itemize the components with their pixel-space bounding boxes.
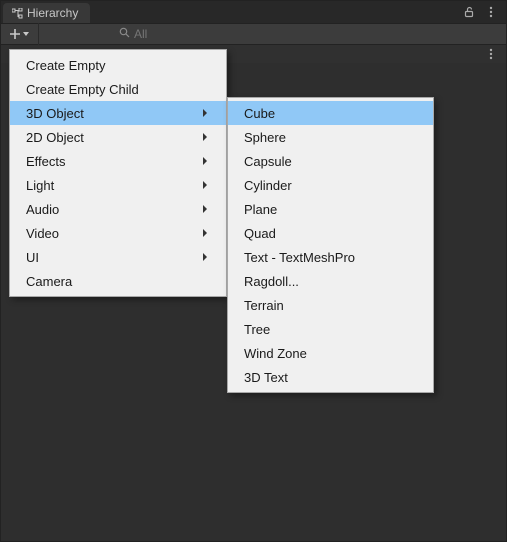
menu-item-label: Ragdoll...	[244, 274, 299, 289]
menu-item[interactable]: UI	[10, 245, 226, 269]
chevron-right-icon	[202, 156, 208, 166]
menu-item-label: Text - TextMeshPro	[244, 250, 355, 265]
menu-item[interactable]: Create Empty Child	[10, 77, 226, 101]
tab-label: Hierarchy	[27, 6, 78, 20]
lock-icon[interactable]	[462, 5, 476, 19]
chevron-right-icon	[202, 252, 208, 262]
tab-hierarchy[interactable]: Hierarchy	[3, 3, 90, 23]
chevron-right-icon	[202, 204, 208, 214]
panel-menu-icon[interactable]	[484, 5, 498, 19]
menu-item-label: Effects	[26, 154, 66, 169]
3d-object-submenu: Cube Sphere Capsule Cylinder Plane Quad Text -…	[227, 97, 434, 393]
tab-actions	[462, 1, 506, 23]
menu-item-label: Cylinder	[244, 178, 292, 193]
menu-item-label: 3D Text	[244, 370, 288, 385]
menu-item-label: Quad	[244, 226, 276, 241]
menu-item[interactable]: Sphere	[228, 125, 433, 149]
scene-menu-icon[interactable]	[484, 47, 498, 61]
menu-item-label: Wind Zone	[244, 346, 307, 361]
menu-item[interactable]: Ragdoll...	[228, 269, 433, 293]
menu-item-label: Light	[26, 178, 54, 193]
chevron-right-icon	[202, 180, 208, 190]
menu-item[interactable]: 3D Object	[10, 101, 226, 125]
menu-item[interactable]: 2D Object	[10, 125, 226, 149]
menu-item-label: Camera	[26, 274, 72, 289]
menu-item-label: Sphere	[244, 130, 286, 145]
menu-item-label: 3D Object	[26, 106, 84, 121]
menu-item[interactable]: Quad	[228, 221, 433, 245]
menu-item[interactable]: Video	[10, 221, 226, 245]
menu-item[interactable]: Light	[10, 173, 226, 197]
menu-item-label: Plane	[244, 202, 277, 217]
menu-item-label: Create Empty	[26, 58, 105, 73]
menu-item[interactable]: Tree	[228, 317, 433, 341]
search-field[interactable]	[119, 27, 334, 41]
menu-item[interactable]: Cube	[228, 101, 433, 125]
menu-item-label: UI	[26, 250, 39, 265]
tab-bar: Hierarchy	[1, 1, 506, 23]
menu-item-label: Create Empty Child	[26, 82, 139, 97]
menu-item-label: Terrain	[244, 298, 284, 313]
menu-item-label: Video	[26, 226, 59, 241]
menu-item[interactable]: Capsule	[228, 149, 433, 173]
chevron-right-icon	[202, 132, 208, 142]
menu-item-label: Cube	[244, 106, 275, 121]
menu-item[interactable]: Camera	[10, 269, 226, 293]
menu-item[interactable]: Terrain	[228, 293, 433, 317]
menu-item[interactable]: Create Empty	[10, 53, 226, 77]
create-dropdown[interactable]	[1, 23, 39, 45]
menu-item-label: Capsule	[244, 154, 292, 169]
menu-item[interactable]: Audio	[10, 197, 226, 221]
menu-item-label: 2D Object	[26, 130, 84, 145]
search-icon	[119, 27, 130, 41]
menu-item[interactable]: Text - TextMeshPro	[228, 245, 433, 269]
menu-item-label: Audio	[26, 202, 59, 217]
chevron-right-icon	[202, 108, 208, 118]
menu-item[interactable]: Wind Zone	[228, 341, 433, 365]
menu-item[interactable]: Plane	[228, 197, 433, 221]
menu-item-label: Tree	[244, 322, 270, 337]
toolbar	[1, 23, 506, 45]
menu-item[interactable]: Effects	[10, 149, 226, 173]
menu-item[interactable]: Cylinder	[228, 173, 433, 197]
hierarchy-icon	[11, 7, 23, 19]
create-context-menu: Create Empty Create Empty Child 3D Object 2…	[9, 49, 227, 297]
chevron-right-icon	[202, 228, 208, 238]
menu-item[interactable]: 3D Text	[228, 365, 433, 389]
search-input[interactable]	[134, 27, 334, 41]
